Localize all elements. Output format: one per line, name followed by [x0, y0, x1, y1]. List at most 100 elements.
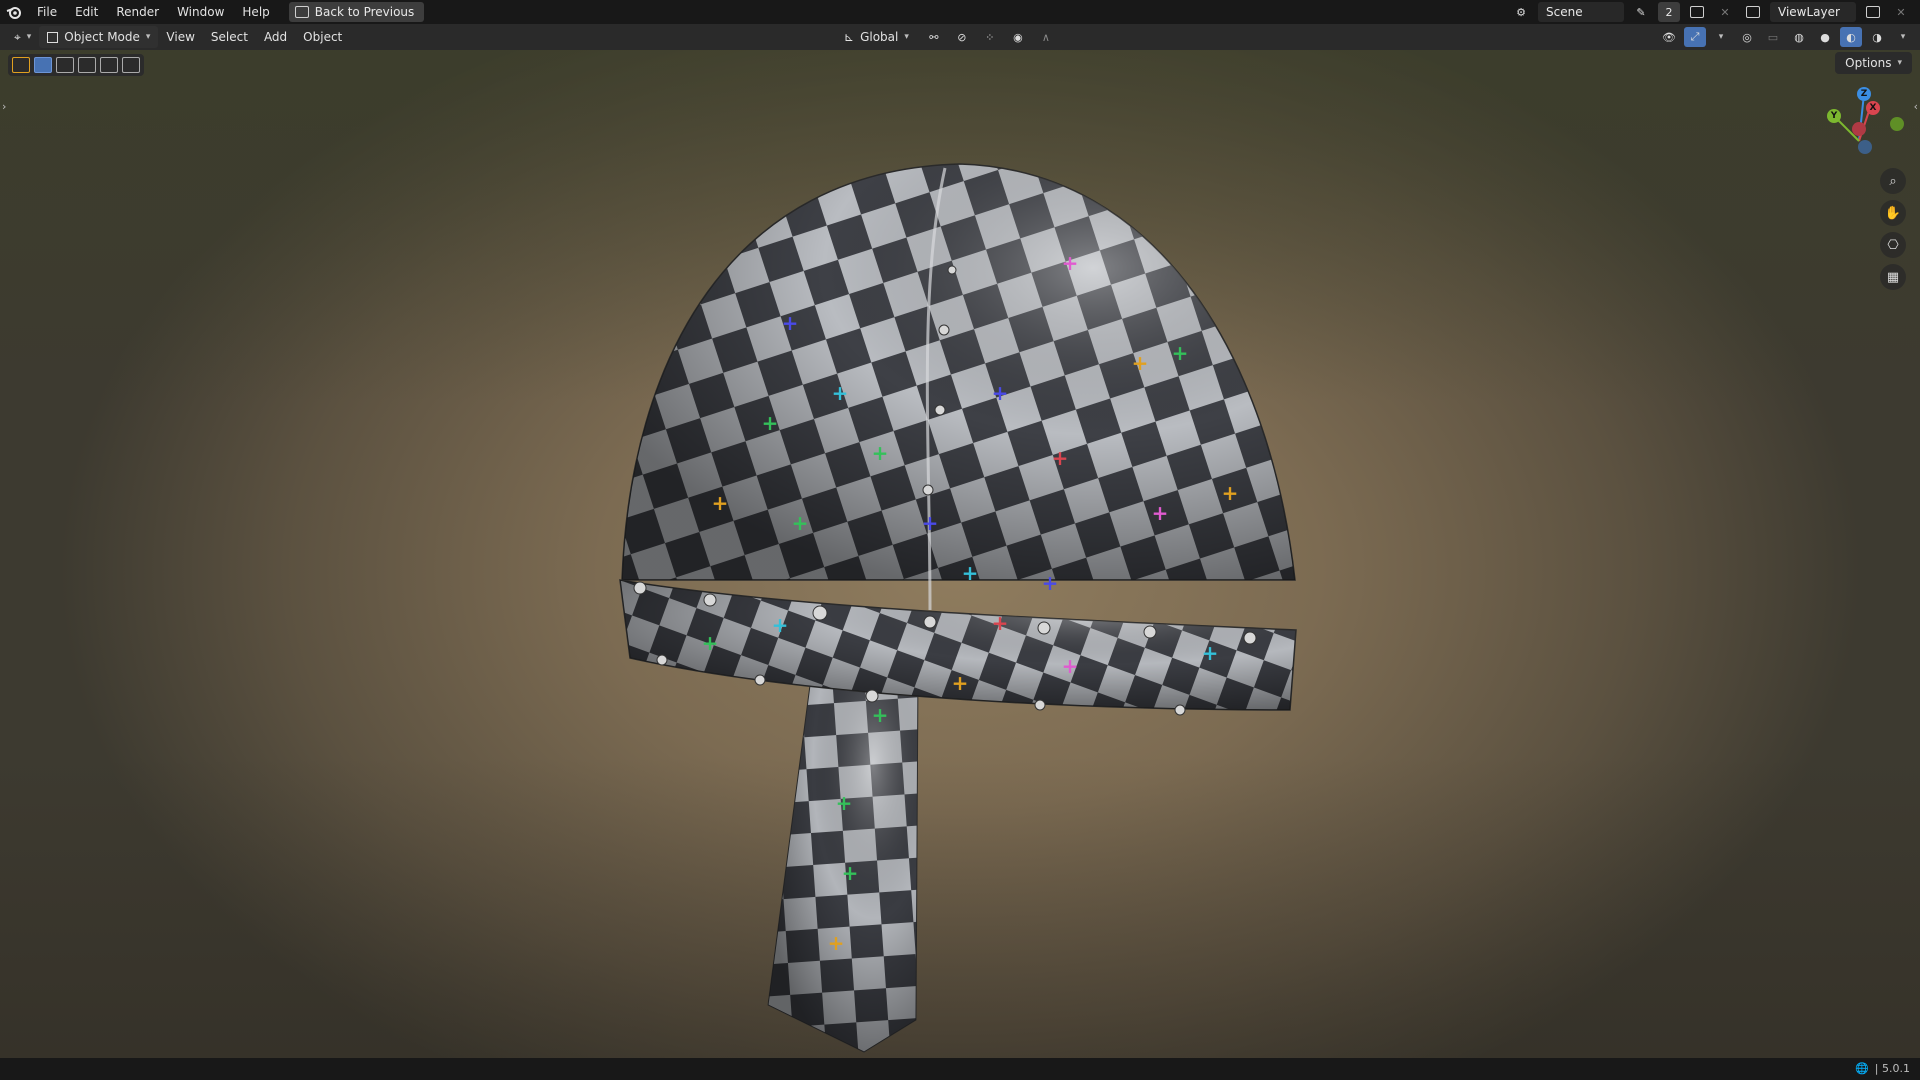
- chevron-down-icon: ▾: [145, 32, 151, 42]
- gizmo-toggle-icon[interactable]: ⤢: [1684, 27, 1706, 47]
- back-to-previous-button[interactable]: Back to Previous: [288, 2, 425, 22]
- pin-icon[interactable]: ✎: [1630, 2, 1652, 22]
- svg-text:+: +: [792, 511, 809, 535]
- rendered-shading-icon[interactable]: ◑: [1866, 27, 1888, 47]
- toolbar-expand-arrow-icon[interactable]: ›: [2, 100, 6, 113]
- svg-text:+: +: [1152, 501, 1169, 525]
- status-bar: 🌐 | 5.0.1: [0, 1058, 1920, 1080]
- snap-icon[interactable]: ⊘: [951, 27, 973, 47]
- svg-text:+: +: [1222, 481, 1239, 505]
- material-preview-shading-icon[interactable]: ◐: [1840, 27, 1862, 47]
- svg-text:+: +: [832, 381, 849, 405]
- svg-text:+: +: [922, 511, 939, 535]
- pivot-point-icon[interactable]: ⚯: [923, 27, 945, 47]
- menu-help[interactable]: Help: [233, 0, 278, 24]
- menu-view[interactable]: View: [158, 26, 202, 48]
- menu-window[interactable]: Window: [168, 0, 233, 24]
- mode-dropdown[interactable]: Object Mode ▾: [39, 26, 159, 48]
- new-view-layer-icon[interactable]: [1862, 2, 1884, 22]
- overlays-icon[interactable]: ◎: [1736, 27, 1758, 47]
- xray-icon[interactable]: ▭: [1762, 27, 1784, 47]
- svg-text:+: +: [836, 791, 853, 815]
- svg-text:+: +: [952, 671, 969, 695]
- select-tool-icon[interactable]: [12, 57, 30, 73]
- camera-view-icon[interactable]: ⎔: [1880, 232, 1906, 258]
- gizmo-axis-neg-y[interactable]: [1890, 117, 1904, 131]
- navigation-gizmo[interactable]: Z X Y: [1814, 84, 1904, 174]
- chevron-down-icon: ▾: [1897, 58, 1902, 68]
- transform-orientation-label: Global: [860, 30, 899, 44]
- 3d-viewport[interactable]: Options ▾ › ‹ Z X Y ⌕ ✋ ⎔ ▦ + + + + + + …: [0, 50, 1920, 1058]
- gizmo-axis-neg-z[interactable]: [1858, 140, 1872, 154]
- select-new-icon[interactable]: [34, 57, 52, 73]
- shading-dropdown-icon[interactable]: ▾: [1892, 27, 1914, 47]
- options-label: Options: [1845, 56, 1892, 70]
- version-info: 🌐 | 5.0.1: [1855, 1058, 1910, 1080]
- blender-logo-icon[interactable]: [0, 0, 28, 24]
- menu-render[interactable]: Render: [107, 0, 168, 24]
- mode-label: Object Mode: [64, 30, 140, 44]
- menu-select[interactable]: Select: [203, 26, 256, 48]
- transform-orientation-dropdown[interactable]: ⊾ Global ▾: [836, 26, 917, 48]
- chevron-down-icon: ▾: [904, 32, 909, 42]
- svg-text:+: +: [712, 491, 729, 515]
- gizmo-axis-neg-x[interactable]: [1852, 122, 1866, 136]
- editor-type-button[interactable]: ⌖ ▾: [6, 26, 39, 48]
- view-layer-field[interactable]: ViewLayer: [1770, 2, 1856, 22]
- viewport-navigation-buttons: ⌕ ✋ ⎔ ▦: [1880, 168, 1906, 290]
- sidebar-expand-arrow-icon[interactable]: ‹: [1914, 100, 1918, 113]
- select-mode-toolbar: [8, 54, 144, 76]
- svg-text:+: +: [702, 631, 719, 655]
- delete-view-layer-icon[interactable]: ✕: [1890, 2, 1912, 22]
- options-dropdown[interactable]: Options ▾: [1835, 52, 1912, 74]
- orientation-axes-icon: ⊾: [844, 30, 855, 44]
- svg-text:+: +: [962, 561, 979, 585]
- scene-name-field[interactable]: Scene: [1538, 2, 1624, 22]
- scene-selector-icon[interactable]: ⚙: [1510, 2, 1532, 22]
- select-extend-icon[interactable]: [56, 57, 74, 73]
- menu-add[interactable]: Add: [256, 26, 295, 48]
- pan-hand-icon[interactable]: ✋: [1880, 200, 1906, 226]
- gizmo-dropdown-icon[interactable]: ▾: [1710, 27, 1732, 47]
- falloff-curve-icon[interactable]: ∧: [1035, 27, 1057, 47]
- visibility-eye-icon[interactable]: 👁: [1658, 27, 1680, 47]
- object-mode-icon: [47, 31, 59, 43]
- view-layer-selector-icon[interactable]: [1742, 2, 1764, 22]
- svg-text:+: +: [872, 703, 889, 727]
- gizmo-axis-x[interactable]: X: [1866, 101, 1880, 115]
- proportional-editing-icon[interactable]: ◉: [1007, 27, 1029, 47]
- zoom-icon[interactable]: ⌕: [1880, 168, 1906, 194]
- snap-increment-icon[interactable]: ⁘: [979, 27, 1001, 47]
- menu-object[interactable]: Object: [295, 26, 350, 48]
- orthographic-grid-icon[interactable]: ▦: [1880, 264, 1906, 290]
- top-menu-bar: File Edit Render Window Help Back to Pre…: [0, 0, 1920, 24]
- svg-text:+: +: [1052, 446, 1069, 470]
- svg-text:+: +: [762, 411, 779, 435]
- menu-edit[interactable]: Edit: [66, 0, 107, 24]
- svg-text:+: +: [842, 861, 859, 885]
- network-globe-icon[interactable]: 🌐: [1855, 1058, 1869, 1080]
- svg-text:+: +: [1062, 654, 1079, 678]
- menu-file[interactable]: File: [28, 0, 66, 24]
- gizmo-axis-z[interactable]: Z: [1857, 87, 1871, 101]
- svg-text:+: +: [872, 441, 889, 465]
- svg-text:+: +: [1132, 351, 1149, 375]
- svg-text:+: +: [782, 311, 799, 335]
- viewport-header: ⌖ ▾ Object Mode ▾ View Select Add Object …: [0, 24, 1920, 50]
- gizmo-axis-y[interactable]: Y: [1827, 109, 1841, 123]
- new-scene-icon[interactable]: [1686, 2, 1708, 22]
- back-to-previous-label: Back to Previous: [314, 5, 415, 19]
- delete-scene-icon[interactable]: ✕: [1714, 2, 1736, 22]
- helmet-mesh[interactable]: + + + + + + + + + + + + + + + + + + + + …: [600, 110, 1320, 1058]
- svg-text:+: +: [992, 611, 1009, 635]
- wireframe-shading-icon[interactable]: ◍: [1788, 27, 1810, 47]
- svg-text:+: +: [1062, 251, 1079, 275]
- view-layer-name: ViewLayer: [1778, 5, 1840, 19]
- select-subtract-icon[interactable]: [78, 57, 96, 73]
- svg-text:+: +: [992, 381, 1009, 405]
- svg-text:+: +: [1202, 641, 1219, 665]
- solid-shading-icon[interactable]: ●: [1814, 27, 1836, 47]
- select-intersect-icon[interactable]: [122, 57, 140, 73]
- svg-text:+: +: [1042, 571, 1059, 595]
- select-invert-icon[interactable]: [100, 57, 118, 73]
